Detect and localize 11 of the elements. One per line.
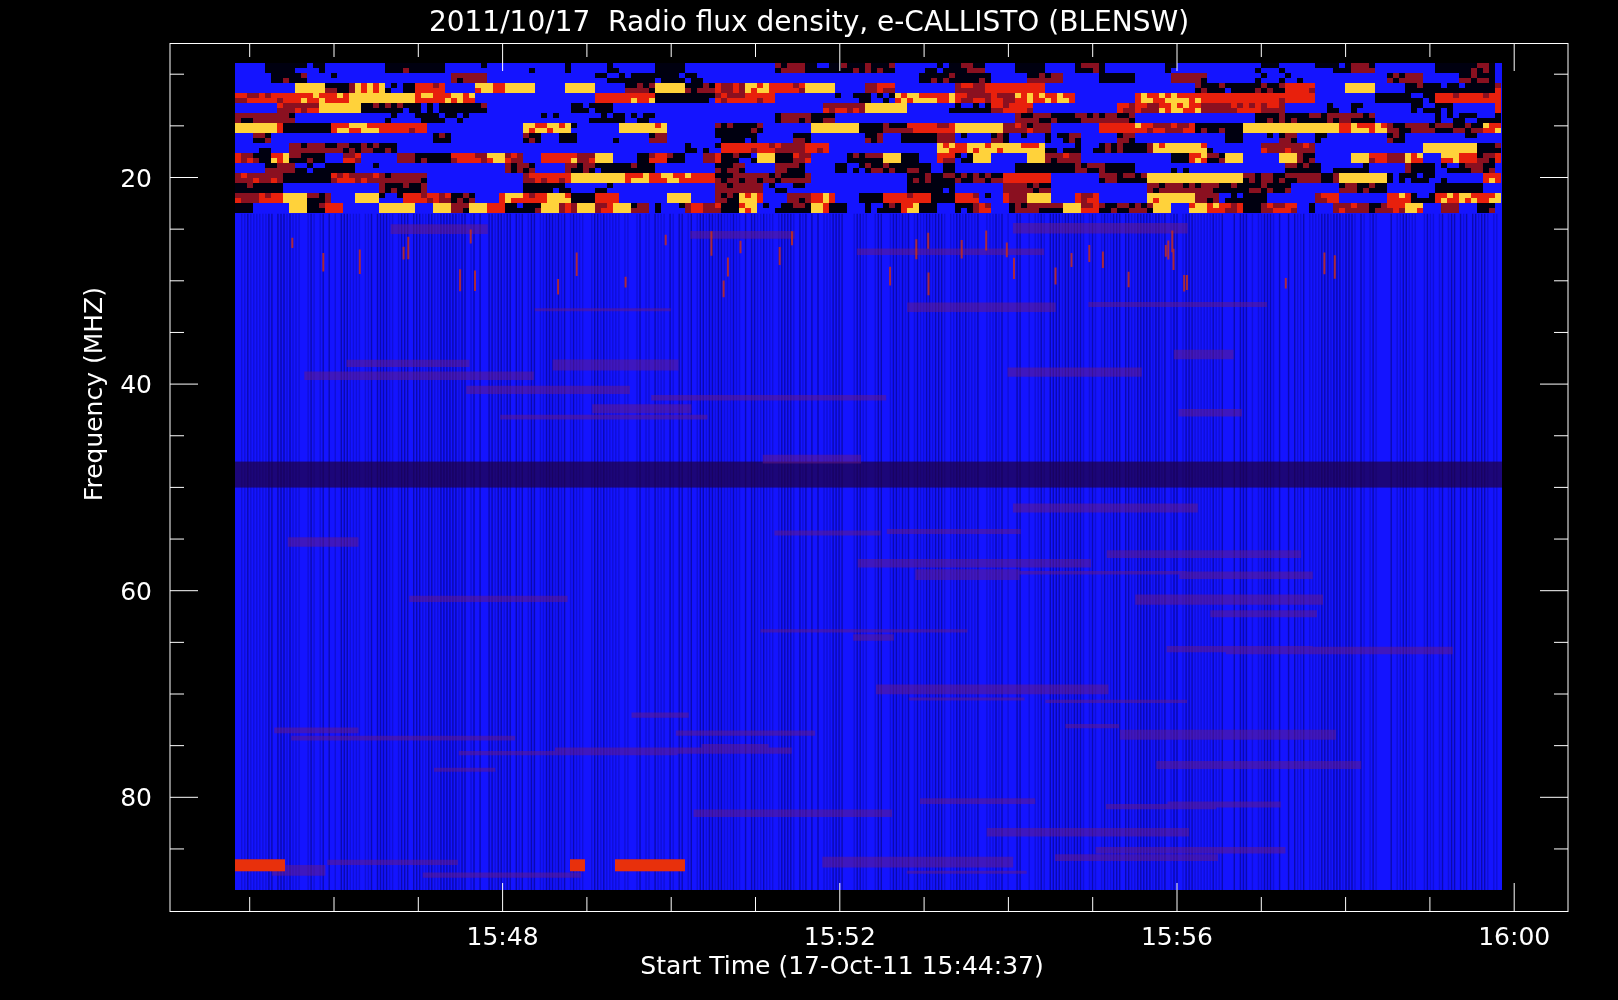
tick-label: 40 [120, 370, 152, 400]
tick-label: 16:00 [1478, 922, 1551, 951]
tick-label: 80 [120, 783, 152, 813]
tick-label: 15:52 [803, 922, 876, 951]
tick-label: 15:56 [1141, 922, 1213, 951]
axis-title: Start Time (17-Oct-11 15:44:37) [640, 951, 1044, 980]
tick-label: 60 [120, 576, 152, 606]
chart-title: 2011/10/17 Radio flux density, e-CALLISTO (BLENSW) [428, 7, 1190, 36]
tick-label: 15:48 [466, 922, 539, 951]
axis-title: Frequency (MHZ) [79, 287, 108, 502]
tick-label: 20 [120, 163, 152, 193]
